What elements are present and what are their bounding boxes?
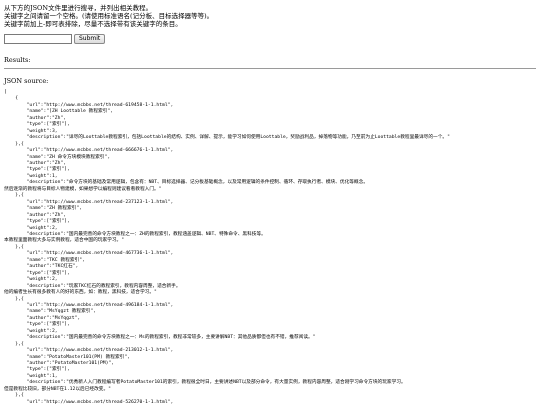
json-source-line: "description":"玩家TKC红石的教程索引，教程内容周整，适合新手。: [4, 283, 181, 289]
instruction-line: 关键字前加上-即可表排除，尽量不选择带有该关键字的条目。: [4, 20, 182, 28]
json-source-line: "type":["索引"],: [4, 167, 70, 173]
json-source-line: "author":"Zh",: [4, 115, 67, 121]
json-source-line: },{: [4, 193, 24, 199]
json-source-line: "url":"http://www.mcbbs.net/thread-66667…: [4, 148, 174, 154]
json-source-line: "weight":1,: [4, 173, 58, 179]
json-source-line: "name":"ZH 命令方块模块教程索引",: [4, 154, 111, 160]
instruction-line: 从下方的JSON文件里进行搜寻，并列出相关教程。: [4, 4, 153, 12]
json-source-line: "url":"http://www.mcbbs.net/thread-21301…: [4, 348, 174, 354]
json-source-line: "weight":3,: [4, 128, 58, 134]
json-source-line: "author":"Zh",: [4, 160, 67, 166]
json-source-text: [ { "url":"http://www.mcbbs.net/thread-6…: [4, 90, 540, 405]
json-source-line: "type":["索引"],: [4, 367, 70, 373]
json-source-line: "name":"ZH 教程索引",: [4, 206, 83, 212]
json-source-line: "type":["索引"],: [4, 270, 70, 276]
json-source-line: "description":"国内最完善的命令方块教程之一：Ms的教程索引，教程…: [4, 335, 316, 341]
instructions: 从下方的JSON文件里进行搜寻，并列出相关教程。 关键字之间请留一个空格。(请使…: [4, 4, 540, 28]
json-source-line: },{: [4, 141, 24, 147]
json-source-line: "url":"http://www.mcbbs.net/thread-61945…: [4, 102, 174, 108]
json-source-line: "name":"TKC 教程索引",: [4, 257, 85, 263]
json-source-line: "author":"Zh",: [4, 212, 67, 218]
results-label: Results:: [4, 56, 31, 64]
json-source-line: },{: [4, 296, 24, 302]
json-source-line: 但是教程比较旧，部分NBT在1.12以后已经改变。": [4, 386, 111, 392]
json-source-line: [: [4, 90, 7, 95]
json-source-line: 然后逐渐的教程将与目标人物建模，如果想学以编程则建议看看教程入门。": [4, 186, 162, 192]
search-form: Submit: [4, 33, 540, 44]
json-source-line: "url":"http://www.mcbbs.net/thread-52627…: [4, 399, 174, 405]
json-source-line: "author":"TKC红石",: [4, 264, 79, 270]
json-source-line: "description":"命令方块的基础及常用逻辑，包含有：NBT、目标选择…: [4, 180, 369, 186]
json-source-line: "url":"http://www.mcbbs.net/thread-23712…: [4, 199, 174, 205]
json-source-line: "weight":2,: [4, 277, 58, 283]
json-source-line: "author":"PotatoMaster101(PM)",: [4, 361, 115, 367]
json-source-line: "description":"详尽的Loottable教程索引，包括Lootta…: [4, 135, 450, 141]
json-source-line: "type":["索引"],: [4, 219, 70, 225]
json-source-line: 本教程里面教程大多与实例教程，适合中国的玩家学习。": [4, 238, 125, 244]
json-source-line: "description":"优秀新人入门教程编写者PotatoMaster10…: [4, 380, 406, 386]
json-source-line: "url":"http://www.mcbbs.net/thread-46773…: [4, 251, 174, 257]
json-source-line: "name":"PotatoMaster101(PM) 教程索引",: [4, 354, 130, 360]
json-source-line: "name":"[ZH Loottable 教程索引",: [4, 109, 114, 115]
search-input[interactable]: [4, 33, 72, 44]
json-source-line: 他的编者生长有很多教有人的好的东西，如：教程，黑科技，适合学习。": [4, 290, 157, 296]
json-source-line: "description":"国内最完善的命令方块教程之一：ZH的教程索引，教程…: [4, 231, 266, 237]
divider: [4, 68, 536, 69]
json-source-line: {: [4, 96, 19, 102]
instruction-line: 关键字之间请留一个空格。(请使用标准语名(记分板、目标选择器等等)。: [4, 12, 214, 20]
json-source-line: "url":"http://www.mcbbs.net/thread-49618…: [4, 302, 174, 308]
json-source-line: },{: [4, 393, 24, 399]
json-source-line: "name":"MsYqgzt 教程索引",: [4, 309, 97, 315]
json-source-line: },{: [4, 244, 24, 250]
json-source-line: "type":["索引"],: [4, 322, 70, 328]
json-source-line: "type":["索引"],: [4, 122, 70, 128]
json-source-line: "author":"MsYqgzt",: [4, 315, 81, 321]
submit-button[interactable]: Submit: [74, 33, 106, 44]
json-source-line: "weight":2,: [4, 328, 58, 334]
json-source-line: "weight":1,: [4, 373, 58, 379]
json-source-line: },{: [4, 341, 24, 347]
json-source-label: JSON source:: [4, 77, 49, 85]
json-source-line: "weight":2,: [4, 225, 58, 231]
page: 从下方的JSON文件里进行搜寻，并列出相关教程。 关键字之间请留一个空格。(请使…: [0, 0, 540, 405]
